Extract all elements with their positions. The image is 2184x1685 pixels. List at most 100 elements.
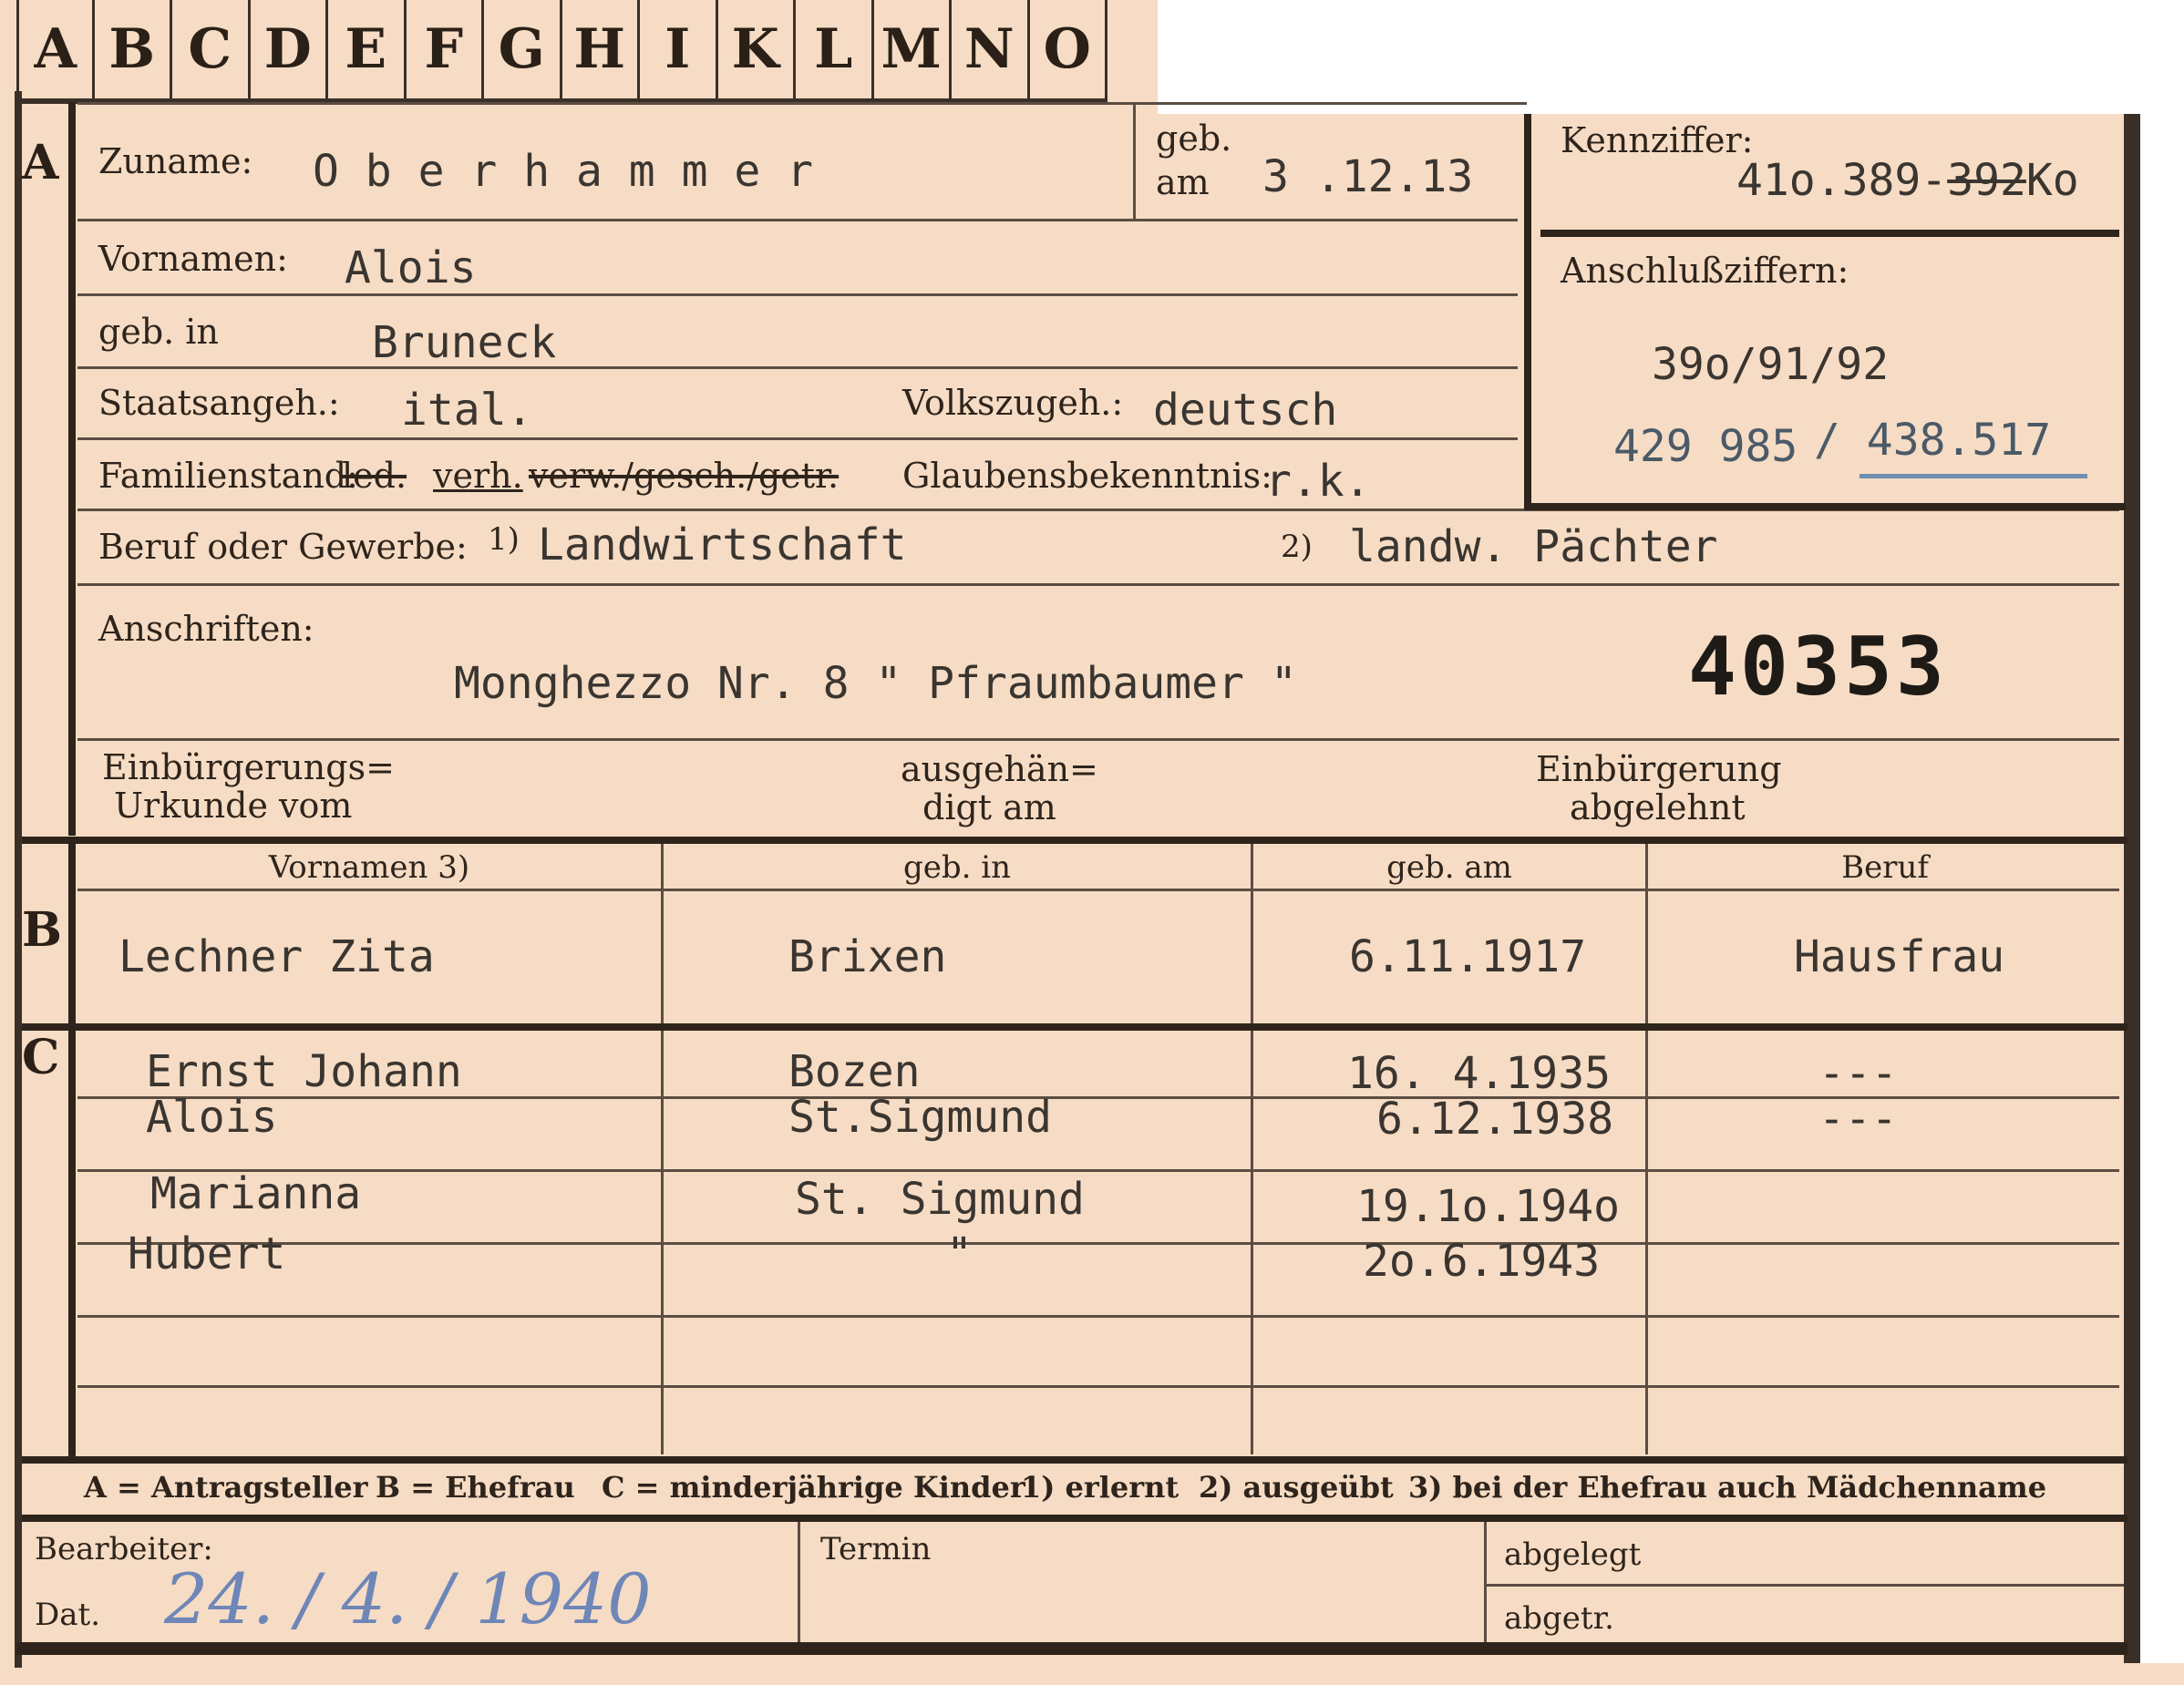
background-margin-right [2140, 114, 2184, 1663]
column-rule [661, 844, 664, 1454]
naturalization-doc-label: Einbürgerungs= [102, 747, 395, 787]
naturalization-doc-label-2: Urkunde vom [114, 786, 353, 826]
anschluss-value-1: 39o/91/92 [1652, 339, 1890, 390]
column-rule [1645, 844, 1648, 1454]
religion-value: r.k. [1265, 456, 1371, 507]
header-geb-in: geb. in [902, 849, 1012, 886]
rule [77, 583, 2119, 586]
occupation-learned-value: Landwirtschaft [538, 519, 907, 570]
tab-n[interactable]: N [952, 0, 1030, 98]
abgelegt-label: abgelegt [1504, 1536, 1642, 1573]
column-rule [1251, 844, 1253, 1454]
section-a-border [68, 102, 76, 836]
card-border-bottom [16, 1642, 2127, 1655]
pencil-underline [1859, 474, 2087, 478]
header-vornamen: Vornamen 3) [268, 849, 470, 886]
section-b-border [22, 837, 2127, 844]
child-1-occupation: --- [1818, 1048, 1898, 1099]
tab-b[interactable]: B [95, 0, 172, 98]
background-margin [1158, 0, 2184, 114]
rule [77, 1385, 2119, 1388]
spouse-birthdate: 6.11.1917 [1349, 931, 1587, 982]
tab-g[interactable]: G [484, 0, 562, 98]
tab-a[interactable]: A [16, 0, 95, 98]
surname-value: O b e r h a m m e r [313, 146, 814, 197]
child-2-occupation: --- [1818, 1094, 1898, 1145]
kennziffer-label: Kennziffer: [1561, 120, 1754, 160]
kennziffer-struck: 392 [1947, 155, 2026, 206]
section-b-border-left [68, 844, 76, 1026]
anschluss-value-2b: / 438.517 [1814, 415, 2052, 466]
tab-e[interactable]: E [328, 0, 407, 98]
ethnicity-label: Volkszugeh.: [902, 383, 1124, 423]
alphabet-tabs: A B C D E F G H I K L M N O [16, 0, 1107, 104]
section-c-border [22, 1023, 2127, 1031]
rule [1133, 102, 1136, 219]
spouse-occupation: Hausfrau [1794, 931, 2005, 982]
stamp-number: 40353 [1688, 620, 1948, 714]
citizenship-value: ital. [401, 385, 533, 436]
tab-k[interactable]: K [718, 0, 796, 98]
tab-c[interactable]: C [172, 0, 251, 98]
child-4-birthplace: " [946, 1228, 973, 1279]
tab-i[interactable]: I [640, 0, 718, 98]
religion-label: Glaubensbekenntnis: [902, 456, 1272, 496]
birthplace-value: Bruneck [372, 317, 557, 368]
header-geb-am: geb. am [1386, 849, 1512, 886]
id-box-border [1524, 114, 1531, 510]
child-3-name: Marianna [150, 1168, 362, 1219]
child-4-birthdate: 2o.6.1943 [1363, 1236, 1601, 1287]
legend-note-1: 1) erlernt [1021, 1470, 1180, 1505]
tab-f[interactable]: F [407, 0, 484, 98]
legend-border-top [22, 1456, 2127, 1464]
rule [77, 293, 1518, 296]
rule [77, 219, 1518, 221]
tab-d[interactable]: D [251, 0, 328, 98]
abgetr-label: abgetr. [1504, 1600, 1614, 1637]
rule [77, 102, 1527, 105]
date-label: Dat. [35, 1597, 101, 1633]
section-b-marker: B [22, 902, 62, 958]
card-border-right [2124, 114, 2140, 1663]
anschluss-value-2a: 429 985 [1613, 421, 1798, 472]
rule [1486, 1584, 2124, 1587]
rule [77, 1242, 2119, 1245]
child-1-name: Ernst Johann [146, 1046, 462, 1097]
rule [77, 1315, 2119, 1318]
ethnicity-value: deutsch [1153, 385, 1338, 436]
rejected-label: Einbürgerung [1536, 749, 1782, 789]
marital-ledig: led. [342, 456, 407, 496]
address-label: Anschriften: [98, 609, 314, 649]
tab-h[interactable]: H [562, 0, 640, 98]
handed-label-2: digt am [922, 787, 1056, 827]
tab-l[interactable]: L [796, 0, 874, 98]
rule [77, 1169, 2119, 1172]
child-2-name: Alois [146, 1092, 278, 1143]
occupation-note-1: 1) [488, 521, 520, 558]
rule [77, 366, 1518, 369]
anschluss-label: Anschlußziffern: [1561, 251, 1849, 291]
born-date-value: 3 .12.13 [1262, 151, 1474, 202]
kennziffer-suffix: Ko [2025, 155, 2079, 206]
legend-c: C = minderjährige Kinder [602, 1470, 1025, 1505]
card-border-left [15, 91, 22, 1668]
firstname-value: Alois [345, 242, 477, 293]
birthplace-label: geb. in [98, 312, 219, 352]
born-label-am: am [1156, 162, 1210, 202]
citizenship-label: Staatsangeh.: [98, 383, 340, 423]
handwritten-date: 24. / 4. / 1940 [164, 1558, 652, 1639]
rejected-label-2: abgelehnt [1570, 787, 1746, 827]
child-3-birthplace: St. Sigmund [795, 1174, 1085, 1225]
occupation-note-2: 2) [1281, 529, 1313, 565]
kennziffer-value: 41o.389-392Ko [1736, 155, 2079, 206]
column-rule [798, 1522, 800, 1645]
child-3-birthdate: 19.1o.194o [1356, 1181, 1620, 1232]
rule [77, 738, 2119, 741]
address-value: Monghezzo Nr. 8 " Pfraumbaumer " [454, 658, 1297, 709]
legend-note-2: 2) ausgeübt [1199, 1470, 1394, 1505]
marital-verh: verh. [433, 456, 523, 496]
tab-m[interactable]: M [874, 0, 952, 98]
tab-o[interactable]: O [1030, 0, 1107, 98]
legend-note-3: 3) bei der Ehefrau auch Mädchenname [1408, 1470, 2047, 1505]
rule [77, 889, 2119, 891]
